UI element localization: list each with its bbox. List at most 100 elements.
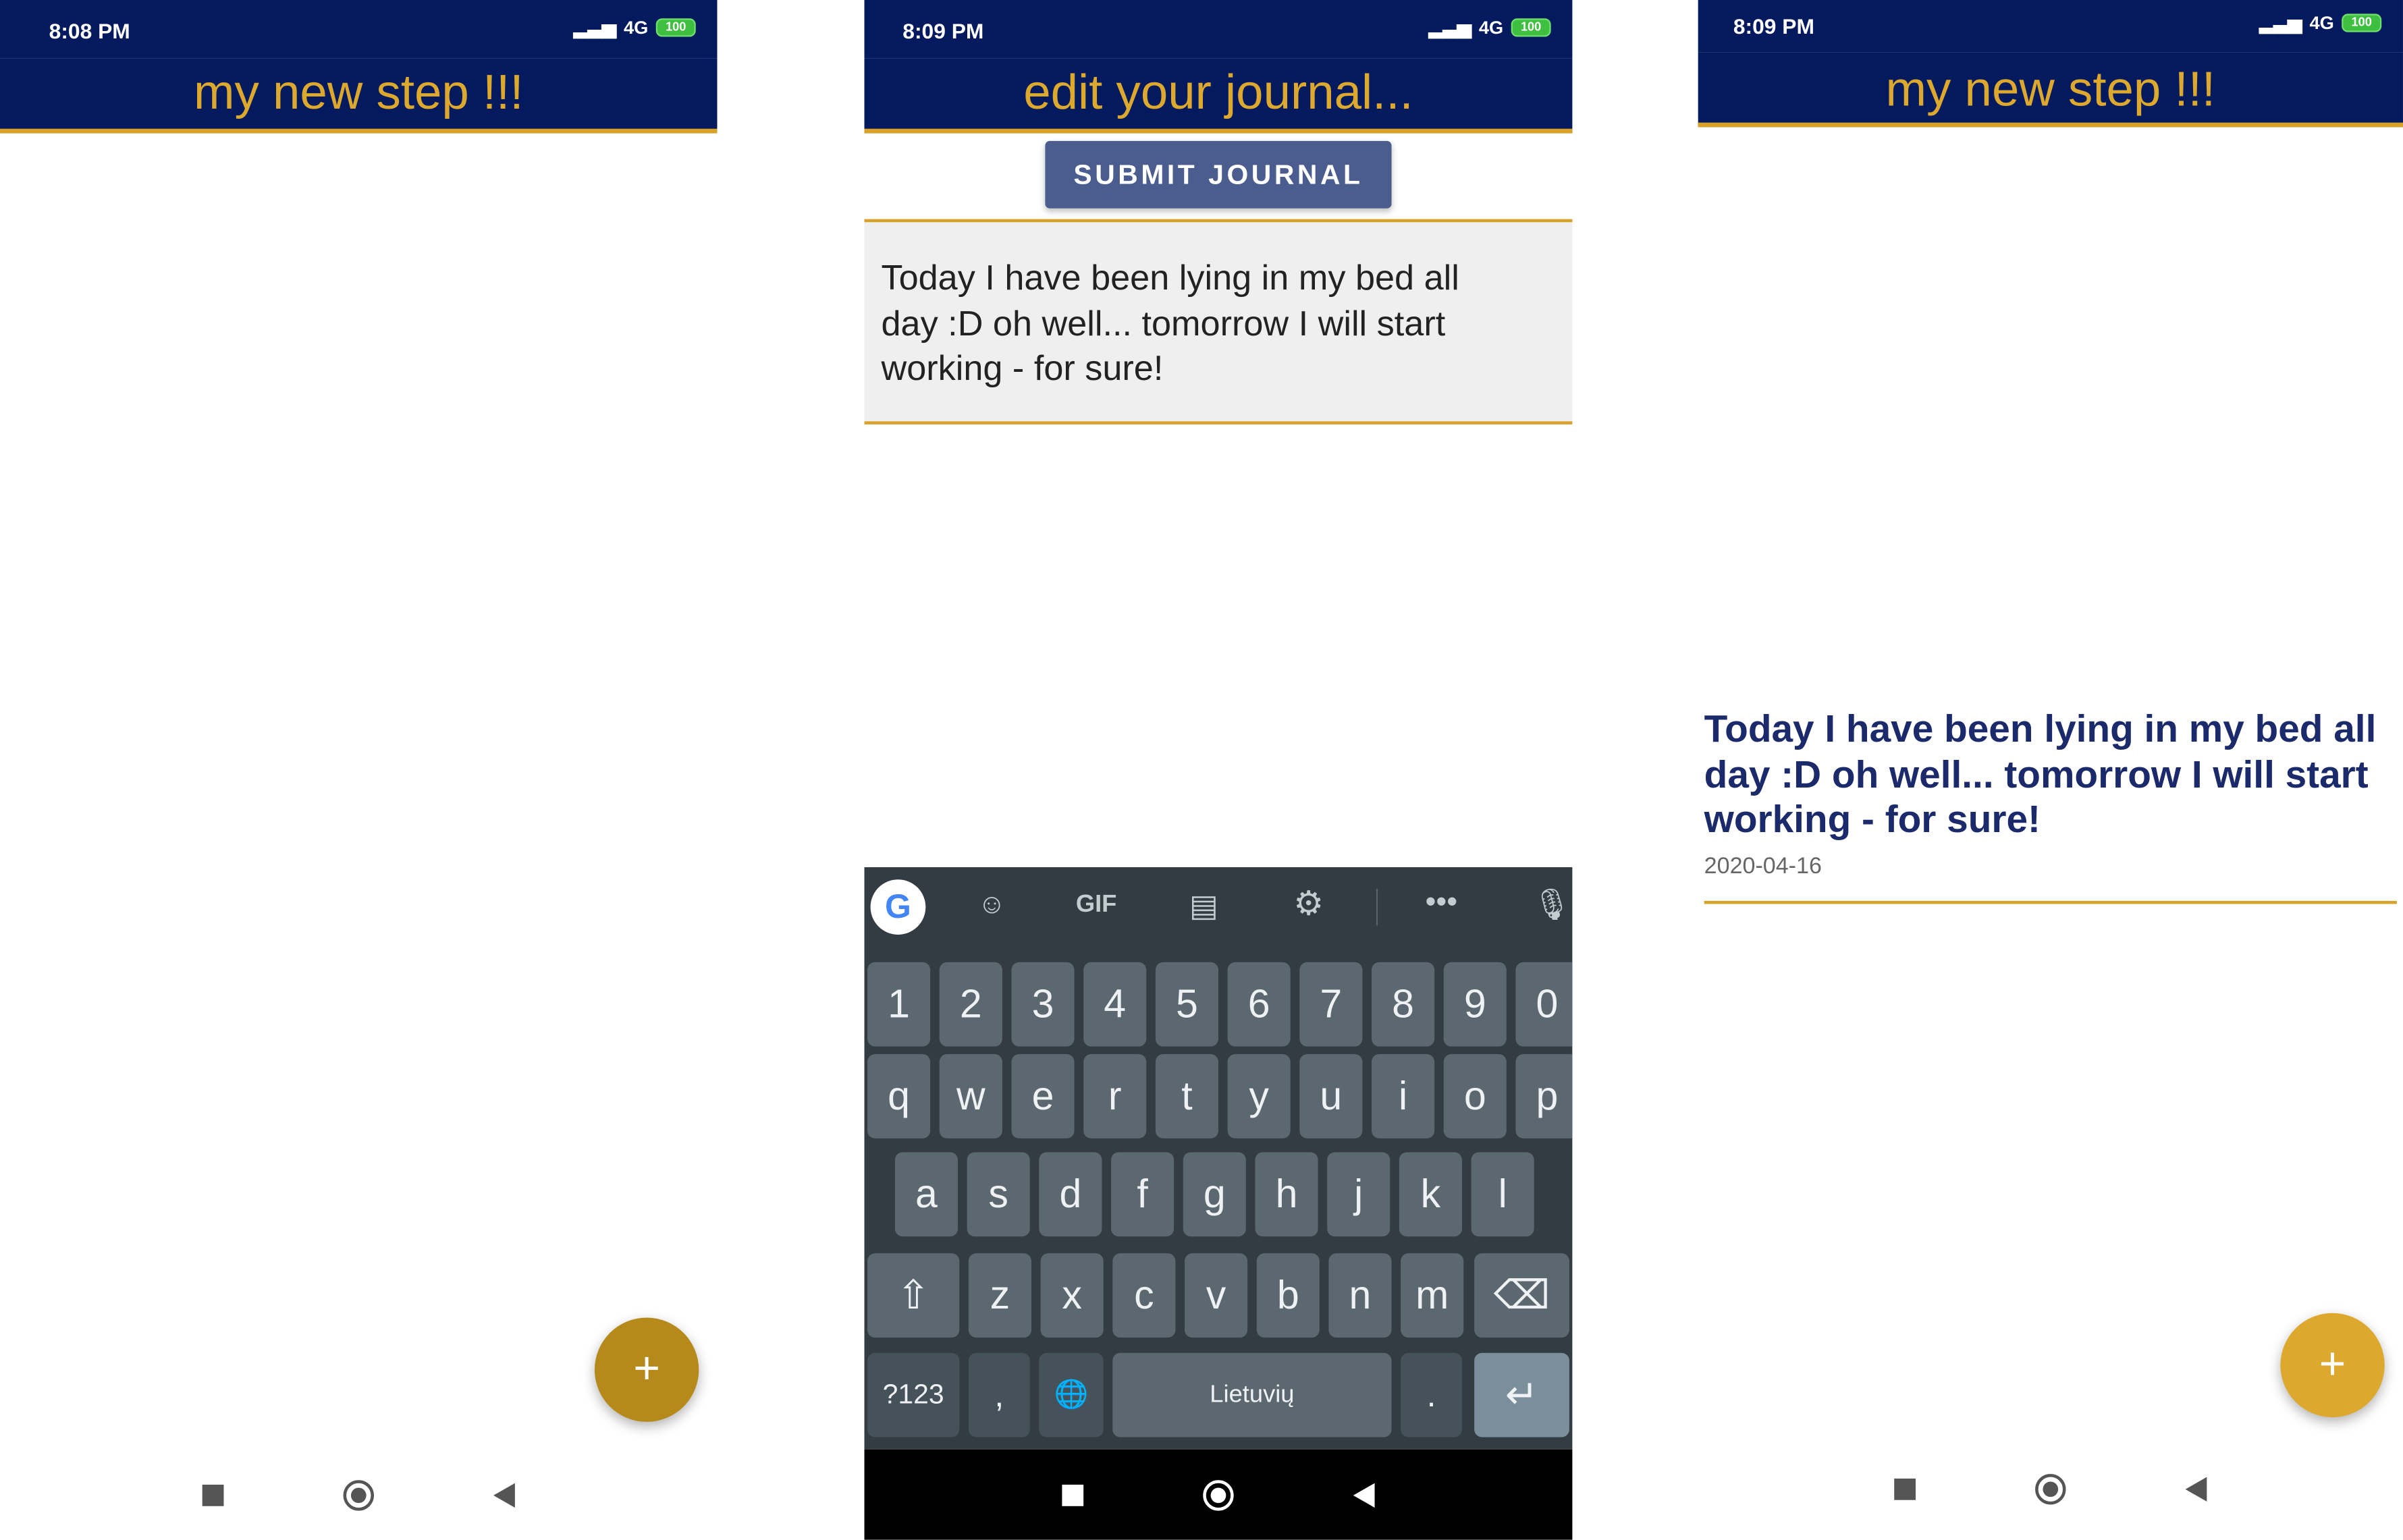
key-c[interactable]: c — [1112, 1253, 1176, 1338]
page-title: my new step !!! — [193, 64, 524, 120]
key-m[interactable]: m — [1401, 1253, 1464, 1338]
clipboard-icon[interactable]: ▤ — [1189, 887, 1218, 926]
key-9[interactable]: 9 — [1443, 962, 1507, 1047]
battery-icon: 100 — [655, 18, 696, 37]
key-0[interactable]: 0 — [1515, 962, 1573, 1047]
google-icon[interactable]: G — [870, 879, 926, 935]
network-label: 4G — [2309, 12, 2334, 34]
key-4[interactable]: 4 — [1083, 962, 1147, 1047]
journal-entry[interactable]: Today I have been lying in my bed all da… — [1704, 707, 2397, 904]
more-icon[interactable]: ••• — [1425, 885, 1457, 920]
app-bar: edit your journal... — [864, 58, 1573, 134]
status-bar: 8:08 PM ▂▃▅ 4G 100 — [0, 0, 718, 59]
key-z[interactable]: z — [968, 1253, 1031, 1338]
journal-text-input[interactable]: Today I have been lying in my bed all da… — [864, 219, 1573, 424]
key-d[interactable]: d — [1039, 1152, 1102, 1237]
battery-icon: 100 — [2342, 13, 2382, 32]
key-v[interactable]: v — [1185, 1253, 1248, 1338]
back-icon[interactable] — [493, 1483, 515, 1508]
keyboard: G ☺ GIF ▤ ⚙ ••• 🎙 1234567890 qwertyuiop … — [864, 867, 1573, 1450]
status-icons: ▂▃▅ 4G 100 — [574, 17, 696, 38]
home-icon[interactable] — [2035, 1474, 2066, 1505]
add-journal-button[interactable]: + — [2280, 1313, 2385, 1418]
key-7[interactable]: 7 — [1299, 962, 1363, 1047]
recents-icon[interactable] — [1062, 1483, 1084, 1506]
home-icon[interactable] — [1203, 1479, 1234, 1510]
page-title: edit your journal... — [1023, 64, 1413, 120]
sticker-icon[interactable]: ☺ — [978, 889, 1006, 921]
enter-key[interactable]: ↵ — [1474, 1352, 1569, 1437]
key-a[interactable]: a — [894, 1152, 958, 1237]
signal-icon: ▂▃▅ — [2259, 12, 2302, 34]
system-nav-bar — [1698, 1445, 2403, 1534]
status-time: 8:09 PM — [902, 18, 984, 43]
key-k[interactable]: k — [1399, 1152, 1462, 1237]
home-icon[interactable] — [343, 1480, 374, 1511]
app-bar: my new step !!! — [0, 58, 718, 134]
key-h[interactable]: h — [1255, 1152, 1318, 1237]
key-8[interactable]: 8 — [1372, 962, 1435, 1047]
period-key[interactable]: . — [1401, 1352, 1462, 1437]
globe-icon: 🌐 — [1054, 1379, 1089, 1410]
key-g[interactable]: g — [1183, 1152, 1246, 1237]
key-l[interactable]: l — [1471, 1152, 1534, 1237]
key-i[interactable]: i — [1372, 1054, 1435, 1138]
key-r[interactable]: r — [1083, 1054, 1147, 1138]
journal-input-text: Today I have been lying in my bed all da… — [881, 257, 1459, 388]
key-f[interactable]: f — [1111, 1152, 1174, 1237]
status-bar: 8:09 PM ▂▃▅ 4G 100 — [864, 0, 1573, 59]
screen-edit-journal: 8:09 PM ▂▃▅ 4G 100 edit your journal... … — [864, 0, 1573, 1540]
key-s[interactable]: s — [967, 1152, 1030, 1237]
toolbar-divider — [1376, 888, 1378, 926]
network-label: 4G — [624, 16, 649, 38]
key-p[interactable]: p — [1515, 1054, 1573, 1138]
status-bar: 8:09 PM ▂▃▅ 4G 100 — [1698, 0, 2403, 53]
back-icon[interactable] — [1353, 1482, 1375, 1507]
key-3[interactable]: 3 — [1011, 962, 1075, 1047]
status-icons: ▂▃▅ 4G 100 — [1429, 17, 1551, 38]
key-x[interactable]: x — [1040, 1253, 1104, 1338]
network-label: 4G — [1478, 16, 1504, 38]
back-icon[interactable] — [2185, 1477, 2207, 1502]
system-nav-bar — [0, 1451, 718, 1540]
add-journal-button[interactable]: + — [594, 1317, 699, 1422]
key-n[interactable]: n — [1328, 1253, 1392, 1338]
key-w[interactable]: w — [939, 1054, 1002, 1138]
key-q[interactable]: q — [867, 1054, 931, 1138]
key-y[interactable]: y — [1227, 1054, 1291, 1138]
globe-key[interactable]: 🌐 — [1039, 1352, 1104, 1437]
system-nav-bar — [864, 1449, 1573, 1540]
journal-entry-date: 2020-04-16 — [1704, 852, 1822, 879]
screen-home-empty: 8:08 PM ▂▃▅ 4G 100 my new step !!! + — [0, 0, 718, 1540]
gif-button[interactable]: GIF — [1076, 891, 1117, 919]
mic-icon[interactable]: 🎙 — [1532, 885, 1571, 924]
symbols-key[interactable]: ?123 — [867, 1352, 960, 1437]
backspace-key[interactable]: ⌫ — [1474, 1253, 1569, 1338]
status-time: 8:09 PM — [1733, 13, 1814, 38]
status-icons: ▂▃▅ 4G 100 — [2259, 12, 2382, 34]
key-o[interactable]: o — [1443, 1054, 1507, 1138]
signal-icon: ▂▃▅ — [573, 16, 616, 38]
journal-entry-text: Today I have been lying in my bed all da… — [1704, 707, 2377, 842]
shift-key[interactable]: ⇧ — [867, 1253, 960, 1338]
key-e[interactable]: e — [1011, 1054, 1075, 1138]
key-5[interactable]: 5 — [1155, 962, 1218, 1047]
comma-key[interactable]: , — [968, 1352, 1030, 1437]
key-u[interactable]: u — [1299, 1054, 1363, 1138]
key-6[interactable]: 6 — [1227, 962, 1291, 1047]
plus-icon: + — [2319, 1339, 2346, 1390]
space-key[interactable]: Lietuvių — [1112, 1352, 1392, 1437]
recents-icon[interactable] — [202, 1485, 224, 1506]
screen-home-with-entry: 8:09 PM ▂▃▅ 4G 100 my new step !!! Today… — [1698, 0, 2403, 1540]
key-j[interactable]: j — [1327, 1152, 1390, 1237]
battery-icon: 100 — [1511, 18, 1551, 37]
key-t[interactable]: t — [1155, 1054, 1218, 1138]
key-2[interactable]: 2 — [939, 962, 1002, 1047]
key-1[interactable]: 1 — [867, 962, 931, 1047]
submit-journal-button[interactable]: SUBMIT JOURNAL — [1045, 140, 1392, 209]
gear-icon[interactable]: ⚙ — [1293, 884, 1324, 924]
key-b[interactable]: b — [1256, 1253, 1320, 1338]
entry-divider — [1704, 900, 2397, 904]
recents-icon[interactable] — [1894, 1478, 1916, 1500]
plus-icon: + — [633, 1344, 661, 1395]
